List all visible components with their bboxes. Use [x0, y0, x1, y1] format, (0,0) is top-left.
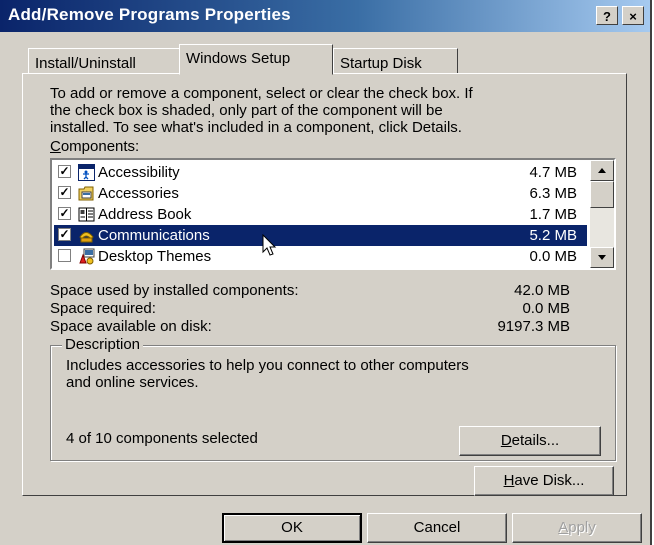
help-button[interactable]: ?: [596, 6, 618, 25]
checkbox[interactable]: ✓: [58, 228, 71, 241]
triangle-up-icon: [598, 168, 606, 173]
instruction-line-1: To add or remove a component, select or …: [50, 85, 473, 102]
accessibility-icon: [78, 164, 95, 181]
apply-button[interactable]: Apply: [512, 513, 642, 543]
description-line-2: and online services.: [66, 374, 199, 391]
checkbox[interactable]: ✓: [58, 186, 71, 199]
list-item[interactable]: Desktop Themes 0.0 MB: [54, 246, 587, 267]
cancel-button[interactable]: Cancel: [367, 513, 507, 543]
window-title: Add/Remove Programs Properties: [8, 5, 291, 24]
vertical-scrollbar[interactable]: [590, 160, 614, 268]
checkbox[interactable]: ✓: [58, 165, 71, 178]
list-item[interactable]: ✓ Address Book 1.7 MB: [54, 204, 587, 225]
desktop-themes-icon: [78, 248, 95, 265]
description-line-1: Includes accessories to help you connect…: [66, 357, 469, 374]
checkbox[interactable]: ✓: [58, 207, 71, 220]
instruction-line-2: the check box is shaded, only part of th…: [50, 102, 443, 119]
properties-window: Add/Remove Programs Properties ? × Insta…: [0, 0, 652, 545]
list-item-selected[interactable]: ✓ Communications 5.2 MB: [54, 225, 587, 246]
communications-icon: [78, 227, 95, 244]
space-required-label: Space required:: [50, 300, 156, 317]
instruction-line-3: installed. To see what's included in a c…: [50, 119, 462, 136]
selected-count: 4 of 10 components selected: [66, 430, 258, 447]
components-label: Components:: [50, 138, 140, 155]
components-list[interactable]: ✓ Accessibility 4.7 MB ✓ Accessories 6.3…: [50, 158, 616, 270]
address-book-icon: [78, 206, 95, 223]
tab-startup-disk[interactable]: Startup Disk: [333, 48, 458, 74]
space-required-value: 0.0 MB: [522, 300, 570, 317]
space-available-label: Space available on disk:: [50, 318, 212, 335]
checkbox[interactable]: [58, 249, 71, 262]
title-bar[interactable]: Add/Remove Programs Properties ? ×: [0, 0, 650, 32]
mouse-cursor-icon: [262, 233, 278, 262]
triangle-down-icon: [598, 255, 606, 260]
description-legend: Description: [62, 336, 144, 353]
details-button[interactable]: Details...: [459, 426, 601, 456]
list-item[interactable]: ✓ Accessibility 4.7 MB: [54, 162, 587, 183]
space-used-value: 42.0 MB: [514, 282, 570, 299]
list-item[interactable]: ✓ Accessories 6.3 MB: [54, 183, 587, 204]
scroll-thumb[interactable]: [590, 181, 614, 208]
space-available-value: 9197.3 MB: [497, 318, 570, 335]
accessories-icon: [78, 185, 95, 202]
scroll-down-button[interactable]: [590, 247, 614, 268]
tab-windows-setup[interactable]: Windows Setup: [179, 44, 333, 75]
space-used-label: Space used by installed components:: [50, 282, 299, 299]
have-disk-button[interactable]: Have Disk...: [474, 466, 614, 496]
tab-install-uninstall[interactable]: Install/Uninstall: [28, 48, 181, 74]
close-button[interactable]: ×: [622, 6, 644, 25]
ok-button[interactable]: OK: [222, 513, 362, 543]
scroll-up-button[interactable]: [590, 160, 614, 181]
